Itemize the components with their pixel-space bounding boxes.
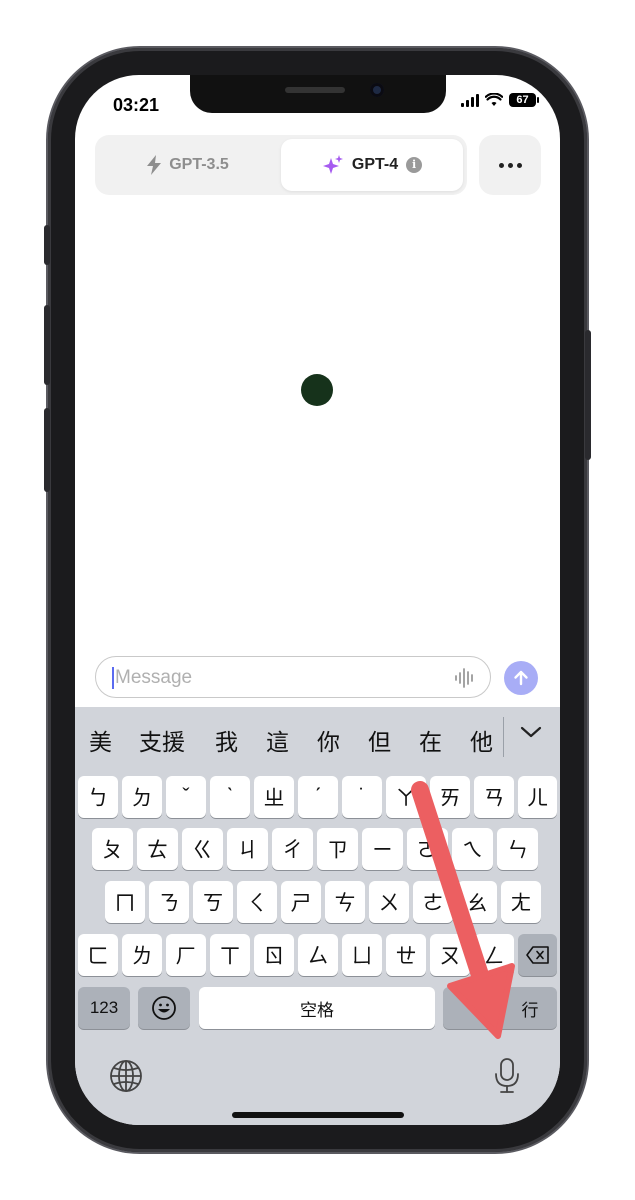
text-caret bbox=[112, 667, 114, 689]
key[interactable]: ㄈ bbox=[78, 934, 118, 976]
side-button bbox=[44, 305, 50, 385]
key[interactable]: ㄉ bbox=[122, 776, 162, 818]
key[interactable]: ㄌ bbox=[122, 934, 162, 976]
key[interactable]: ㄒ bbox=[210, 934, 250, 976]
key[interactable]: ㄗ bbox=[317, 828, 358, 870]
key[interactable]: ㄥ bbox=[474, 934, 514, 976]
arrow-up-icon bbox=[514, 670, 528, 686]
key[interactable]: ㄙ bbox=[298, 934, 338, 976]
tab-label: GPT-4 bbox=[351, 156, 399, 173]
key[interactable]: ㄤ bbox=[501, 881, 541, 923]
tab-label: GPT-3.5 bbox=[169, 156, 229, 173]
side-button bbox=[44, 225, 50, 265]
side-button bbox=[585, 330, 591, 460]
key[interactable]: ㄔ bbox=[272, 828, 313, 870]
key[interactable]: ㄘ bbox=[325, 881, 365, 923]
key[interactable]: ˇ bbox=[166, 776, 206, 818]
more-options-button[interactable] bbox=[479, 135, 541, 195]
key[interactable]: ㄩ bbox=[342, 934, 382, 976]
key[interactable]: ㄞ bbox=[430, 776, 470, 818]
candidate-word[interactable]: 我 bbox=[215, 723, 238, 757]
key[interactable]: ㄚ bbox=[386, 776, 426, 818]
key[interactable]: ㄢ bbox=[474, 776, 514, 818]
key[interactable]: ㄖ bbox=[254, 934, 294, 976]
space-key[interactable]: 空格 bbox=[199, 987, 435, 1029]
notch bbox=[190, 75, 446, 113]
model-switcher: GPT-3.5 GPT-4 i bbox=[95, 135, 467, 195]
candidate-word[interactable]: 支援 bbox=[139, 723, 185, 757]
return-key[interactable]: 行 bbox=[443, 987, 557, 1029]
tab-gpt-4[interactable]: GPT-4 i bbox=[281, 139, 463, 191]
backspace-key[interactable] bbox=[518, 934, 557, 976]
key[interactable]: ㄋ bbox=[149, 881, 189, 923]
key[interactable]: ㄕ bbox=[281, 881, 321, 923]
key[interactable]: ㄧ bbox=[362, 828, 403, 870]
candidate-word[interactable]: 他 bbox=[470, 723, 493, 757]
home-indicator bbox=[232, 1112, 404, 1118]
candidate-word[interactable]: 在 bbox=[419, 723, 442, 757]
key[interactable]: ㄇ bbox=[105, 881, 145, 923]
bolt-icon bbox=[147, 155, 162, 175]
candidate-word[interactable]: 這 bbox=[266, 723, 289, 757]
message-placeholder: Message bbox=[115, 667, 193, 688]
status-time: 03:21 bbox=[113, 95, 160, 115]
composer: Message bbox=[75, 650, 560, 710]
emoji-icon bbox=[152, 996, 176, 1020]
key[interactable]: ㄦ bbox=[518, 776, 557, 818]
send-button[interactable] bbox=[504, 661, 538, 695]
dot-icon bbox=[507, 162, 513, 168]
candidate-bar: 美 支援 我 這 你 但 在 他 bbox=[75, 707, 560, 767]
key[interactable]: ㄟ bbox=[452, 828, 493, 870]
status-icons: 67 bbox=[461, 93, 539, 107]
candidate-word[interactable]: 你 bbox=[317, 723, 340, 757]
key[interactable]: ㄊ bbox=[137, 828, 178, 870]
key[interactable]: ㄜ bbox=[413, 881, 453, 923]
candidate-word[interactable]: 但 bbox=[368, 723, 391, 757]
wifi-icon bbox=[485, 93, 503, 106]
globe-icon[interactable] bbox=[108, 1058, 144, 1094]
numbers-key[interactable]: 123 bbox=[78, 987, 130, 1029]
key[interactable]: ㄠ bbox=[457, 881, 497, 923]
info-icon[interactable]: i bbox=[406, 157, 423, 173]
battery-icon: 67 bbox=[509, 93, 539, 107]
message-input[interactable]: Message bbox=[95, 656, 491, 698]
candidate-divider bbox=[503, 717, 504, 757]
key[interactable]: ㄐ bbox=[227, 828, 268, 870]
key[interactable]: ㄣ bbox=[497, 828, 538, 870]
microphone-icon[interactable] bbox=[492, 1057, 522, 1095]
screen: 03:21 67 GPT-3.5 GPT-4 i Message 美 支援 我 … bbox=[75, 75, 560, 1125]
cellular-signal-icon bbox=[461, 93, 479, 107]
dot-icon bbox=[498, 162, 504, 168]
camera bbox=[370, 83, 384, 97]
return-key-label: 行 bbox=[521, 1000, 539, 1020]
key[interactable]: ㄝ bbox=[386, 934, 426, 976]
key[interactable]: ㄎ bbox=[193, 881, 233, 923]
keyboard: 美 支援 我 這 你 但 在 他 ㄅ ㄉ ˇ ˋ ㄓ ˊ ˙ ㄚ ㄞ ㄢ ㄦ ㄆ… bbox=[75, 707, 560, 1125]
tab-gpt-3-5[interactable]: GPT-3.5 bbox=[99, 139, 277, 191]
sparkle-icon bbox=[322, 155, 343, 174]
voice-waveform-icon[interactable] bbox=[454, 667, 476, 689]
backspace-icon bbox=[525, 946, 549, 964]
key[interactable]: ㄑ bbox=[237, 881, 277, 923]
key[interactable]: ㄅ bbox=[78, 776, 118, 818]
key[interactable]: ㄆ bbox=[92, 828, 133, 870]
side-button bbox=[44, 408, 50, 492]
key[interactable]: ㄏ bbox=[166, 934, 206, 976]
key[interactable]: ㄡ bbox=[430, 934, 470, 976]
key[interactable]: ˊ bbox=[298, 776, 338, 818]
dot-icon bbox=[516, 162, 522, 168]
key[interactable]: ˋ bbox=[210, 776, 250, 818]
speaker bbox=[285, 87, 345, 93]
key[interactable]: ㄍ bbox=[182, 828, 223, 870]
candidate-word[interactable]: 美 bbox=[89, 723, 112, 757]
chevron-down-icon[interactable] bbox=[520, 725, 542, 739]
key[interactable]: ㄓ bbox=[254, 776, 294, 818]
loading-indicator bbox=[301, 374, 333, 406]
key[interactable]: ˙ bbox=[342, 776, 382, 818]
key[interactable]: ㄨ bbox=[369, 881, 409, 923]
emoji-key[interactable] bbox=[138, 987, 190, 1029]
key[interactable]: ㄛ bbox=[407, 828, 448, 870]
